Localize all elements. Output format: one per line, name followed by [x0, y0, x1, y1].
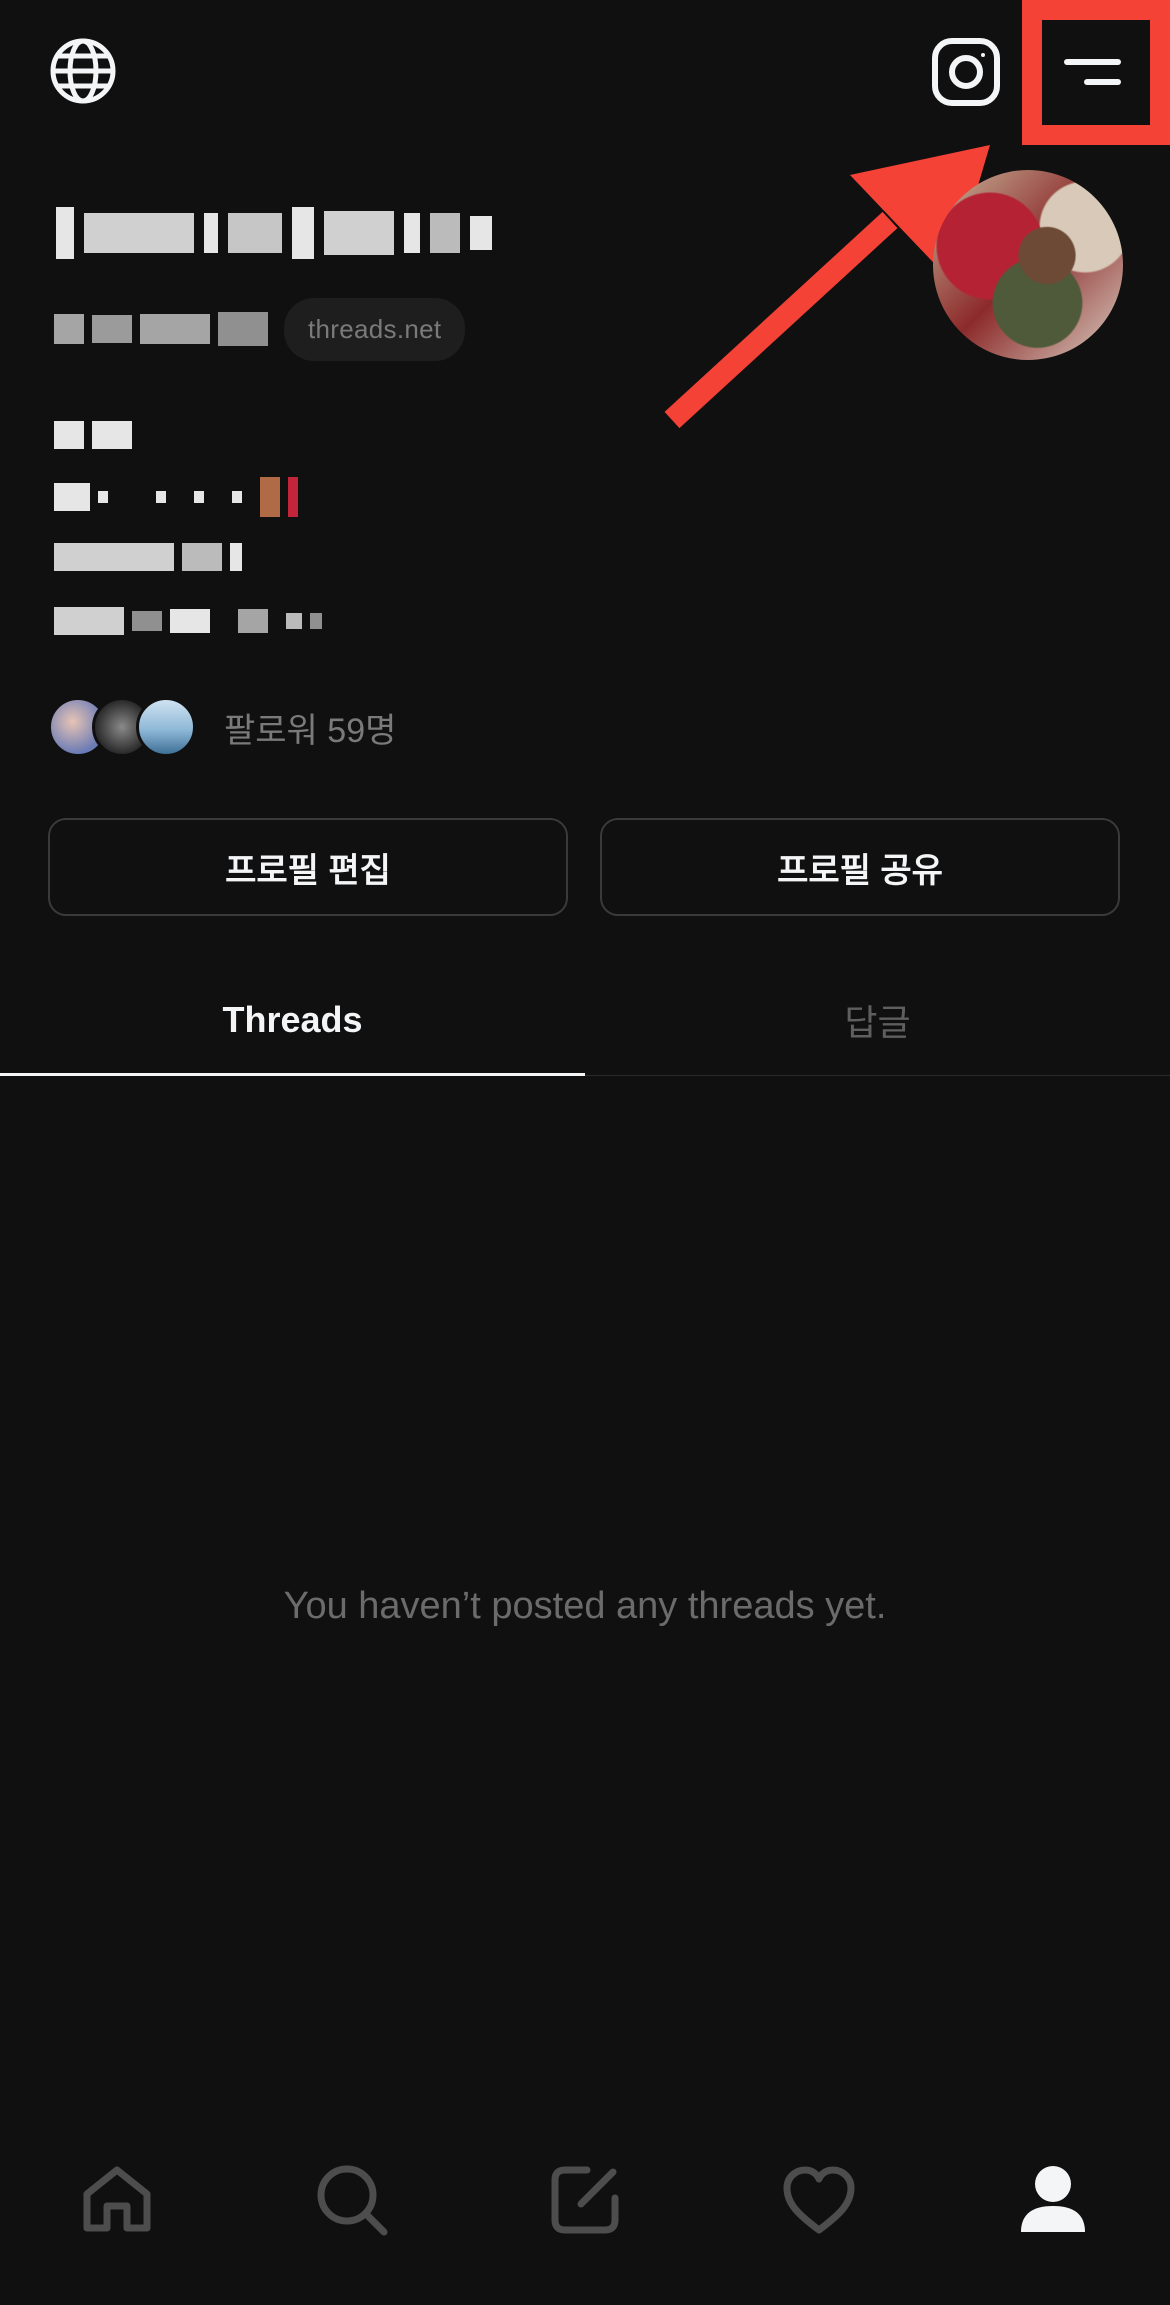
tab-replies[interactable]: 답글 [585, 965, 1170, 1075]
username-redacted [54, 314, 84, 344]
home-icon[interactable] [77, 2160, 157, 2240]
edit-profile-button[interactable]: 프로필 편집 [48, 818, 568, 916]
bio-line-3 [54, 540, 242, 574]
bio-line-4 [54, 604, 322, 638]
compose-icon[interactable] [545, 2160, 625, 2240]
username-row: threads.net [54, 297, 466, 361]
bio-line-1 [54, 418, 132, 452]
empty-feed-message: You haven’t posted any threads yet. [283, 1585, 887, 1627]
follower-avatar [136, 697, 196, 757]
profile-icon[interactable] [1013, 2160, 1093, 2240]
instagram-icon[interactable] [930, 36, 1002, 108]
active-tab-indicator [0, 1073, 585, 1076]
highlight-box [1022, 0, 1170, 145]
profile-avatar[interactable] [933, 170, 1123, 360]
followers-count: 팔로워 59명 [224, 711, 397, 750]
share-profile-button[interactable]: 프로필 공유 [600, 818, 1120, 916]
profile-name-redacted [56, 198, 492, 268]
followers-row[interactable]: 팔로워 59명 [48, 697, 396, 757]
tab-divider [585, 1075, 1170, 1076]
heart-icon[interactable] [779, 2160, 859, 2240]
bio-line-2 [54, 477, 298, 517]
tab-threads[interactable]: Threads [0, 965, 585, 1075]
search-icon[interactable] [312, 2160, 392, 2240]
globe-icon[interactable] [48, 36, 118, 106]
domain-badge[interactable]: threads.net [284, 297, 466, 361]
